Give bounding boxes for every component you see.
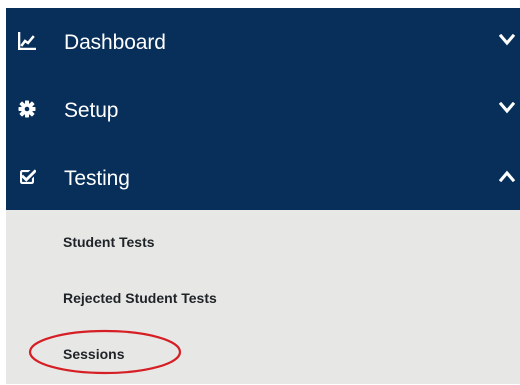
sidebar-item-label: Dashboard bbox=[64, 31, 166, 54]
sidebar-item-label: Setup bbox=[64, 99, 119, 122]
gear-icon bbox=[18, 100, 36, 118]
main-nav-group: Dashboard Setup Testing bbox=[6, 8, 520, 210]
testing-submenu: Student Tests Rejected Student Tests Ses… bbox=[6, 210, 520, 384]
sidebar-item-label: Testing bbox=[64, 167, 130, 190]
submenu-item-sessions[interactable]: Sessions bbox=[63, 346, 124, 363]
sidebar-item-dashboard[interactable]: Dashboard bbox=[6, 8, 520, 76]
sidebar-item-setup[interactable]: Setup bbox=[6, 76, 520, 144]
submenu-item-student-tests[interactable]: Student Tests bbox=[63, 234, 155, 251]
chevron-up-icon[interactable] bbox=[499, 170, 515, 182]
line-chart-icon bbox=[18, 32, 36, 50]
chevron-down-icon[interactable] bbox=[499, 34, 515, 46]
sidebar-navigation: Dashboard Setup Testing Student Tests Re… bbox=[6, 8, 520, 384]
check-square-icon bbox=[20, 169, 36, 184]
submenu-item-rejected-student-tests[interactable]: Rejected Student Tests bbox=[63, 290, 217, 307]
chevron-down-icon[interactable] bbox=[499, 102, 515, 114]
sidebar-item-testing[interactable]: Testing bbox=[6, 144, 520, 210]
